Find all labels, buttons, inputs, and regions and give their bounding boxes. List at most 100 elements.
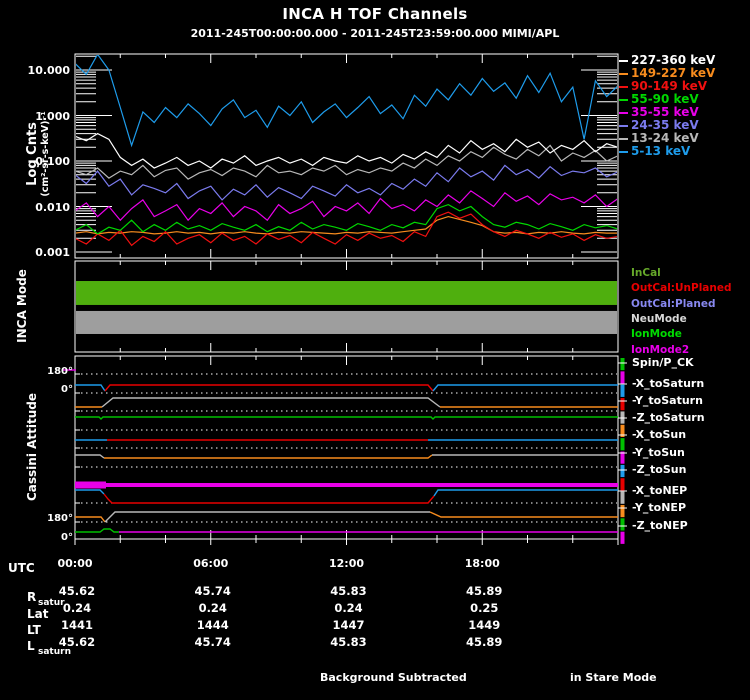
utc-tick-label: 12:00	[328, 557, 364, 570]
attitude-line--X_toNEP	[433, 489, 618, 497]
tof-y-axis-units: (cm²-sr-s-keV)⁻¹	[40, 111, 51, 197]
attitude-row-label: -X_toSaturn	[632, 377, 705, 390]
table-row-label: L	[27, 639, 35, 653]
tof-y-tick-label: 0.100	[35, 155, 70, 168]
tof-y-axis-title: Log Cnts	[25, 122, 40, 186]
table-cell-value: 45.89	[466, 635, 503, 649]
table-row-label: R	[27, 590, 37, 604]
table-cell-value: 45.74	[194, 635, 231, 649]
table-cell-value: 45.74	[194, 584, 231, 598]
mode-bar-green	[76, 281, 617, 305]
utc-tick-label: 18:00	[464, 557, 500, 570]
legend-dash-icon	[619, 60, 628, 62]
mode-legend-item: IonMode2	[631, 343, 690, 356]
attitude-y-tick-label: 0°	[61, 384, 73, 395]
attitude-row-label: -Y_toSun	[632, 446, 685, 459]
attitude-key-bar	[620, 371, 625, 384]
attitude-line--X_toSaturn	[104, 384, 434, 392]
attitude-y-tick-label: 180°	[47, 366, 73, 377]
mode-bar-gray	[76, 310, 617, 334]
tof-y-tick-label: 0.001	[35, 246, 70, 259]
table-cell-value: 45.89	[466, 584, 503, 598]
attitude-key-bar	[620, 518, 625, 531]
attitude-line--Y_toSun	[75, 454, 105, 459]
attitude-key-bar	[620, 531, 625, 544]
attitude-row-label: Spin/P_CK	[632, 356, 694, 369]
mode-legend-item: OutCal:Planed	[631, 297, 716, 310]
series-5-13keV	[76, 55, 617, 148]
attitude-y-tick-label: 0°	[61, 532, 73, 543]
series-55-90keV	[76, 203, 617, 235]
attitude-line--Y_toNEP	[429, 511, 618, 518]
panel-border	[74, 53, 619, 259]
energy-legend-item: 5-13 keV	[631, 144, 691, 158]
attitude-row-label: -X_toSun	[632, 428, 687, 441]
attitude-line--Z_toNEP	[75, 528, 119, 533]
attitude-row-label: -Z_toSaturn	[632, 411, 705, 424]
legend-dash-icon	[619, 138, 628, 140]
attitude-key-bar	[620, 438, 625, 451]
attitude-y-axis-label: Cassini Attitude	[25, 392, 39, 502]
table-cell-value: 1449	[468, 618, 501, 632]
tof-y-tick-label: 1.000	[35, 109, 70, 123]
stare-mode-note: in Stare Mode	[570, 671, 657, 684]
mode-legend-item: NeuMode	[631, 312, 687, 325]
attitude-row-label: -X_toNEP	[632, 484, 688, 497]
attitude-key-bar	[620, 464, 625, 478]
legend-dash-icon	[619, 125, 628, 127]
table-cell-value: 0.24	[334, 601, 363, 615]
table-cell-value: 0.24	[198, 601, 227, 615]
attitude-line--X_toNEP	[75, 489, 105, 495]
table-cell-value: 1447	[332, 618, 365, 632]
panel-border	[74, 260, 619, 353]
attitude-row-label: -Z_toSun	[632, 463, 687, 476]
attitude-key-bar	[620, 504, 625, 518]
attitude-line--X_toNEP	[103, 493, 435, 504]
attitude-key-bar	[620, 491, 625, 504]
tof-y-tick-label: 0.010	[35, 200, 70, 214]
mode-y-axis-label: INCA Mode	[15, 269, 29, 343]
attitude-line--Y_toNEP	[75, 516, 106, 523]
inca-tof-plot-page: { "header": { "title": "INCA H TOF Chann…	[0, 0, 750, 700]
attitude-row-label: -Z_toNEP	[632, 519, 688, 532]
attitude-line--X_toSaturn	[75, 384, 106, 392]
legend-dash-icon	[619, 112, 628, 114]
attitude-line--Y_toSaturn	[101, 397, 441, 408]
legend-dash-icon	[619, 151, 628, 153]
table-cell-value: 0.25	[470, 601, 499, 615]
tof-series-group	[76, 55, 617, 247]
table-cell-value: 45.62	[58, 584, 96, 598]
attitude-y-tick-label: 180°	[47, 513, 73, 524]
attitude-key-bar	[620, 384, 625, 397]
series-90-149keV	[76, 211, 617, 247]
legend-dash-icon	[619, 99, 628, 101]
utc-tick-label: 00:00	[57, 557, 93, 570]
attitude-key-bar	[620, 398, 625, 411]
attitude-line--X_toSaturn	[432, 384, 618, 392]
attitude-line--Y_toSun	[104, 454, 433, 459]
series-13-24keV	[76, 144, 617, 180]
table-cell-value: 1441	[60, 618, 93, 632]
mode-legend-item: OutCal:UnPlaned	[631, 282, 732, 295]
table-cell-value: 45.62	[58, 635, 96, 649]
series-227-360keV	[76, 132, 617, 169]
tof-y-tick-label: 10.000	[27, 64, 70, 77]
utc-axis-label: UTC	[8, 561, 35, 575]
legend-dash-icon	[619, 86, 628, 88]
attitude-row-label: -Y_toSaturn	[632, 394, 703, 407]
mode-legend-item: IonMode	[631, 328, 682, 341]
series-24-35keV	[76, 164, 617, 201]
attitude-key-bar	[620, 358, 625, 371]
attitude-line--Z_toSaturn	[75, 416, 618, 420]
mode-legend-item: InCal	[631, 267, 661, 279]
table-cell-value: 1444	[196, 618, 229, 632]
table-row-label: LT	[27, 623, 41, 637]
background-subtracted-note: Background Subtracted	[320, 671, 467, 684]
attitude-row-label: -Y_toNEP	[632, 501, 687, 514]
tof-y-axis-label: Log Cnts (cm²-sr-s-keV)⁻¹	[25, 111, 51, 196]
attitude-line--Y_toNEP	[104, 511, 430, 523]
series-35-55keV	[76, 190, 617, 222]
attitude-key-bar	[620, 478, 625, 491]
utc-tick-label: 06:00	[193, 557, 229, 570]
table-cell-value: 0.24	[62, 601, 92, 615]
